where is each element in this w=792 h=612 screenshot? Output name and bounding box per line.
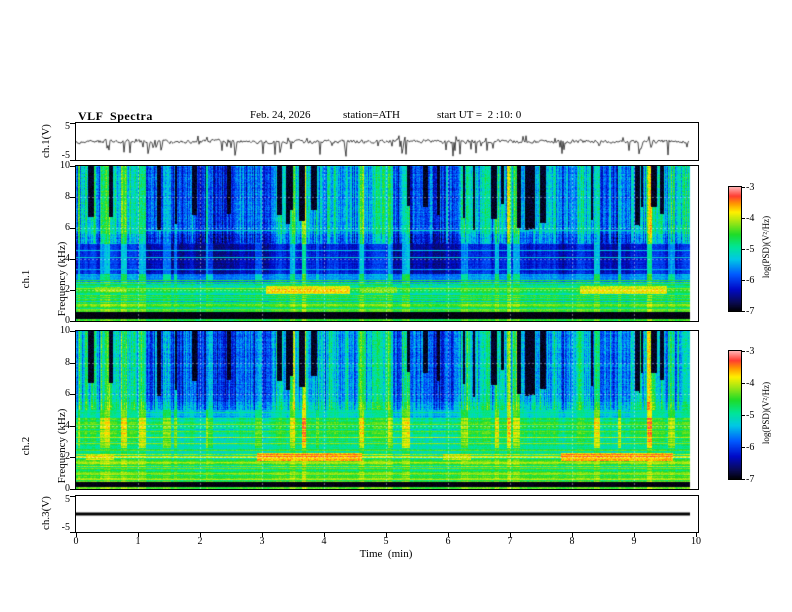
freq-tick-label: 6	[65, 388, 70, 400]
ch1-frequency-axis-label-line1: ch.1	[20, 269, 32, 289]
colorbar-tick-mark	[742, 351, 745, 352]
colorbar-tick-mark	[742, 187, 745, 188]
freq-tick-label: 8	[65, 191, 70, 202]
colorbar-tick-mark	[742, 280, 745, 281]
volt-tick-label: 5	[65, 494, 70, 505]
colorbar-tick-label: -4	[746, 213, 755, 224]
freq-tick-mark	[70, 362, 75, 364]
freq-tick-mark	[70, 489, 75, 490]
ch3-waveform-canvas	[76, 496, 698, 532]
freq-tick-mark	[70, 331, 75, 332]
ch2-colorbar-gradient	[729, 351, 741, 479]
time-tick-mark	[510, 533, 511, 537]
start-ut-label: start UT = 2 :10: 0	[437, 109, 522, 121]
time-tick-label: 10	[691, 536, 701, 547]
colorbar-tick-label: -5	[746, 244, 755, 255]
vlf-spectra-figure: VLF Spectra Feb. 24, 2026 station=ATH st…	[0, 0, 792, 612]
time-tick-mark	[634, 533, 635, 537]
ch1-waveform-panel	[75, 122, 699, 161]
volt-tick-label: -5	[61, 522, 70, 533]
colorbar-tick-mark	[742, 479, 745, 480]
volt-tick-label: 5	[65, 121, 70, 132]
freq-tick-label: 8	[65, 356, 70, 368]
time-tick-label: 4	[321, 536, 327, 547]
time-tick-label: 7	[507, 536, 513, 547]
time-tick-mark	[324, 533, 325, 537]
colorbar-tick-mark	[742, 311, 745, 312]
time-tick-label: 2	[197, 536, 203, 547]
time-tick-label: 1	[135, 536, 141, 547]
colorbar-tick-label: -6	[746, 275, 755, 286]
colorbar-tick-mark	[742, 447, 745, 448]
ch1-colorbar-gradient	[729, 187, 741, 311]
freq-tick-label: 6	[65, 222, 70, 233]
colorbar-tick-label: -5	[746, 410, 755, 421]
freq-tick-label: 2	[65, 451, 70, 463]
freq-tick-label: 10	[60, 325, 70, 336]
time-tick-mark	[138, 533, 139, 537]
colorbar-tick-mark	[742, 383, 745, 384]
ch1-spectrogram-panel	[75, 165, 699, 322]
colorbar-tick-label: -7	[746, 306, 755, 317]
volt-tick-mark	[70, 160, 75, 161]
time-tick-mark	[200, 533, 201, 537]
colorbar-tick-label: -6	[746, 442, 755, 453]
colorbar-tick-label: -7	[746, 474, 755, 485]
time-tick-mark	[262, 533, 263, 537]
freq-tick-label: 4	[65, 419, 70, 431]
time-tick-label: 0	[73, 536, 79, 547]
time-tick-label: 8	[569, 536, 575, 547]
freq-tick-mark	[70, 394, 75, 396]
time-tick-mark	[572, 533, 573, 537]
freq-tick-mark	[70, 259, 75, 260]
freq-tick-mark	[70, 228, 75, 229]
freq-tick-mark	[70, 321, 75, 322]
ch2-colorbar-label: log(PSD)(V²/Hz)	[761, 381, 771, 445]
volt-tick-label: -5	[61, 150, 70, 161]
figure-date: Feb. 24, 2026	[250, 109, 311, 121]
time-tick-label: 6	[445, 536, 451, 547]
colorbar-tick-mark	[742, 415, 745, 416]
colorbar-tick-label: -3	[746, 346, 755, 357]
freq-tick-mark	[70, 166, 75, 167]
time-axis-label: Time (min)	[359, 548, 413, 560]
colorbar-tick-label: -4	[746, 378, 755, 389]
freq-tick-label: 0	[65, 483, 70, 494]
ch2-spectrogram-canvas	[76, 331, 698, 489]
ch2-frequency-axis-label-line1: ch.2	[20, 436, 32, 456]
volt-tick-mark	[70, 123, 75, 124]
colorbar-tick-label: -3	[746, 182, 755, 193]
time-tick-mark	[448, 533, 449, 537]
time-tick-mark	[76, 533, 77, 537]
volt-tick-mark	[70, 496, 75, 497]
ch2-colorbar	[728, 350, 742, 480]
freq-tick-mark	[70, 197, 75, 198]
time-tick-label: 9	[631, 536, 637, 547]
freq-tick-mark	[70, 425, 75, 427]
colorbar-tick-mark	[742, 249, 745, 250]
station-label: station=ATH	[343, 109, 400, 121]
time-tick-label: 5	[383, 536, 389, 547]
freq-tick-mark	[70, 290, 75, 291]
ch2-spectrogram-panel	[75, 330, 699, 490]
time-tick-mark	[696, 533, 697, 537]
time-tick-label: 3	[259, 536, 265, 547]
freq-tick-label: 4	[65, 253, 70, 264]
ch1-colorbar-label: log(PSD)(V²/Hz)	[761, 215, 771, 279]
freq-tick-mark	[70, 457, 75, 459]
colorbar-tick-mark	[742, 218, 745, 219]
ch1-spectrogram-canvas	[76, 166, 698, 321]
freq-tick-label: 10	[60, 160, 70, 171]
freq-tick-label: 2	[65, 284, 70, 295]
ch1-colorbar	[728, 186, 742, 312]
ch1-waveform-canvas	[76, 123, 698, 160]
ch3-waveform-panel	[75, 495, 699, 533]
volt-tick-mark	[70, 532, 75, 533]
time-tick-mark	[386, 533, 387, 537]
